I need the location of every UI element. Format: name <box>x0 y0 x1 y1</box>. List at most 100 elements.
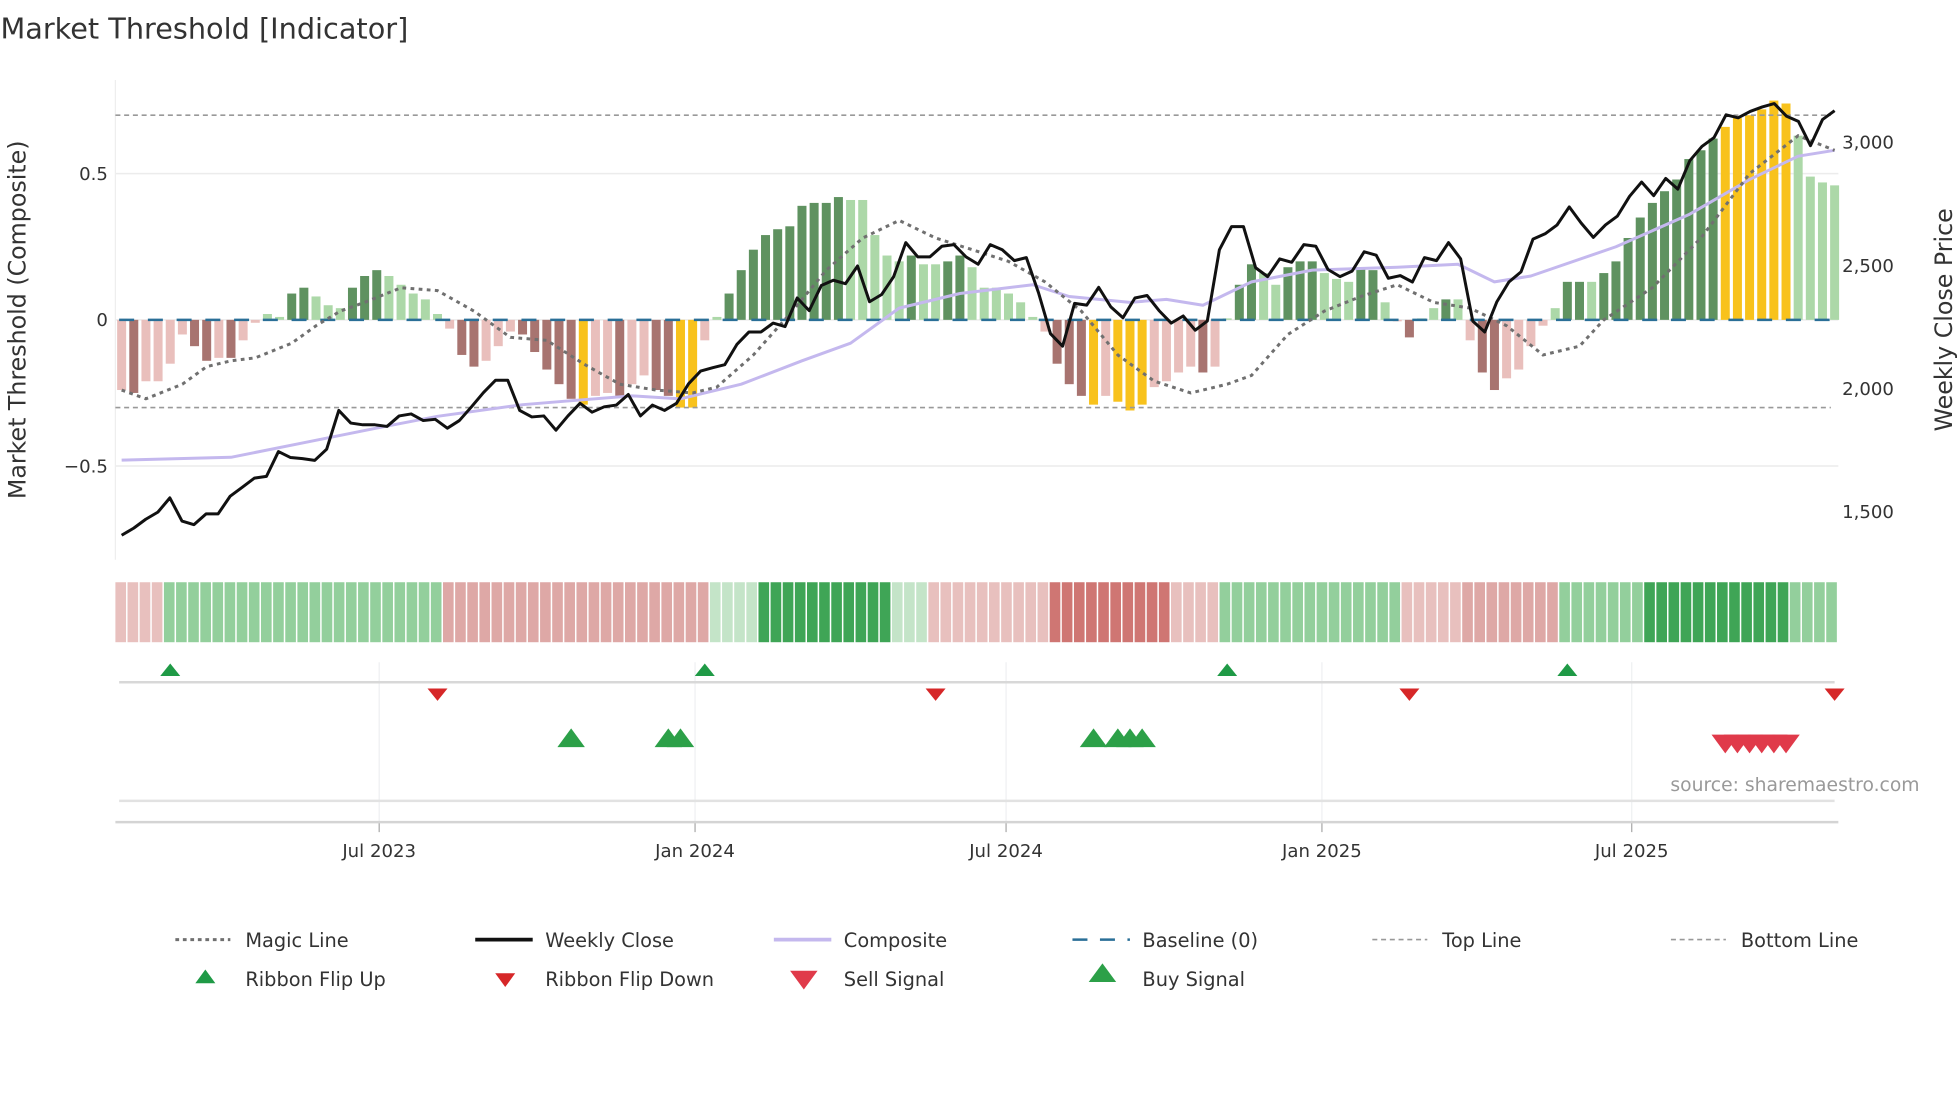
ribbon-cell <box>1171 582 1182 643</box>
market-threshold-chart: Market Threshold [Indicator] Market Thre… <box>0 12 1958 991</box>
composite-bar <box>1635 217 1645 320</box>
ribbon-cell <box>1486 582 1498 643</box>
composite-bar <box>1149 319 1159 388</box>
ribbon-cell <box>151 582 163 643</box>
ribbon-cell <box>1522 582 1534 643</box>
legend-label: Top Line <box>1441 929 1521 952</box>
composite-bar <box>931 264 941 320</box>
ribbon-cell <box>964 582 976 643</box>
ribbon-cell <box>855 582 867 643</box>
ribbon-cell <box>1061 582 1073 643</box>
ribbon-cell <box>1607 582 1619 643</box>
composite-bar <box>627 319 637 385</box>
ribbon-cell <box>879 582 891 643</box>
composite-bar <box>1720 126 1730 320</box>
buy-signal-marker <box>1079 728 1108 748</box>
ribbon-cell <box>1268 582 1279 643</box>
x-tick-label: Jul 2024 <box>968 841 1043 862</box>
ribbon-cell <box>1753 582 1765 643</box>
composite-bar <box>1562 281 1572 320</box>
composite-bar <box>457 319 467 355</box>
ribbon-cell <box>1474 582 1485 643</box>
signal-markers <box>160 663 1845 754</box>
ribbon-cell <box>831 582 842 643</box>
ribbon-cell <box>321 582 333 643</box>
ribbon-cell <box>1231 582 1243 643</box>
ribbon-flip-down-marker <box>1399 688 1420 701</box>
composite-bar <box>360 275 370 320</box>
composite-bar <box>1526 319 1536 347</box>
ribbon-cell <box>709 582 721 643</box>
composite-bar <box>1757 109 1767 320</box>
ribbon-cell <box>1729 582 1740 643</box>
composite-bar <box>1161 319 1171 382</box>
composite-bar <box>1599 273 1609 320</box>
ribbon-cell <box>1498 582 1510 643</box>
ribbon-cell <box>1013 582 1024 643</box>
ribbon-cell <box>370 582 381 643</box>
ribbon-cell <box>1413 582 1425 643</box>
ribbon-cell <box>807 582 818 643</box>
composite-bar <box>177 319 187 335</box>
legend: Magic Line Weekly Close Composite Baseline … <box>175 929 1858 991</box>
ribbon-cell <box>1425 582 1437 643</box>
composite-bar <box>1514 319 1524 370</box>
ribbon-cell <box>1122 582 1134 643</box>
composite-bar <box>748 249 758 320</box>
composite-bar <box>554 319 564 385</box>
magic-line <box>121 133 1836 401</box>
composite-bar <box>505 319 515 332</box>
ribbon-cell <box>1377 582 1388 643</box>
composite-bar <box>129 319 139 393</box>
legend-label: Ribbon Flip Down <box>545 968 714 991</box>
composite-bar <box>299 287 309 320</box>
ribbon-flip-up-marker <box>694 663 715 676</box>
composite-bar <box>724 293 734 320</box>
legend-label: Buy Signal <box>1142 968 1245 991</box>
ribbon-cell <box>442 582 454 643</box>
right-tick-label: 1,500 <box>1842 502 1894 523</box>
composite-bar <box>1441 299 1451 320</box>
composite-bar <box>238 319 248 341</box>
ribbon-cell <box>1801 582 1813 643</box>
composite-bar <box>1781 103 1791 320</box>
ribbon-cell <box>1680 582 1692 643</box>
ribbon-cell <box>758 582 770 643</box>
ribbon-cell <box>564 582 575 643</box>
legend-flip-down-icon <box>495 973 516 988</box>
ribbon-cell <box>1656 582 1667 643</box>
composite-bar <box>226 319 236 358</box>
ribbon-cell <box>1450 582 1461 643</box>
legend-label: Sell Signal <box>844 968 945 991</box>
composite-bar <box>712 316 722 320</box>
ribbon-cell <box>843 582 855 643</box>
ribbon-cell <box>1328 582 1340 643</box>
composite-bar <box>1101 319 1111 396</box>
composite-bar <box>445 319 455 329</box>
legend-sell-icon <box>790 970 818 990</box>
ribbon-cell <box>127 582 139 643</box>
ribbon-cell <box>612 582 624 643</box>
ribbon-cell <box>345 582 357 643</box>
composite-bar <box>1271 284 1281 320</box>
ribbon-cell <box>418 582 430 643</box>
composite-bar <box>1672 179 1682 320</box>
composite-bar <box>955 255 965 320</box>
ribbon-cell <box>200 582 211 643</box>
ribbon-flip-up-marker <box>1557 663 1578 676</box>
x-tick-label: Jan 2025 <box>1281 841 1362 862</box>
x-tick-label: Jul 2023 <box>341 841 416 862</box>
ribbon-cell <box>309 582 321 643</box>
ribbon-cell <box>891 582 903 643</box>
ribbon-cell <box>1619 582 1631 643</box>
composite-bar <box>408 293 418 320</box>
ribbon-cell <box>1510 582 1522 643</box>
left-tick-label: 0.5 <box>79 164 108 185</box>
ribbon-cell <box>406 582 418 643</box>
composite-bars <box>117 100 1840 411</box>
ribbon-cell <box>576 582 588 643</box>
ribbon-cell <box>176 582 187 643</box>
ribbon-cell <box>224 582 236 643</box>
ribbon-cell <box>1183 582 1194 643</box>
source-label: source: sharemaestro.com <box>1670 775 1919 796</box>
